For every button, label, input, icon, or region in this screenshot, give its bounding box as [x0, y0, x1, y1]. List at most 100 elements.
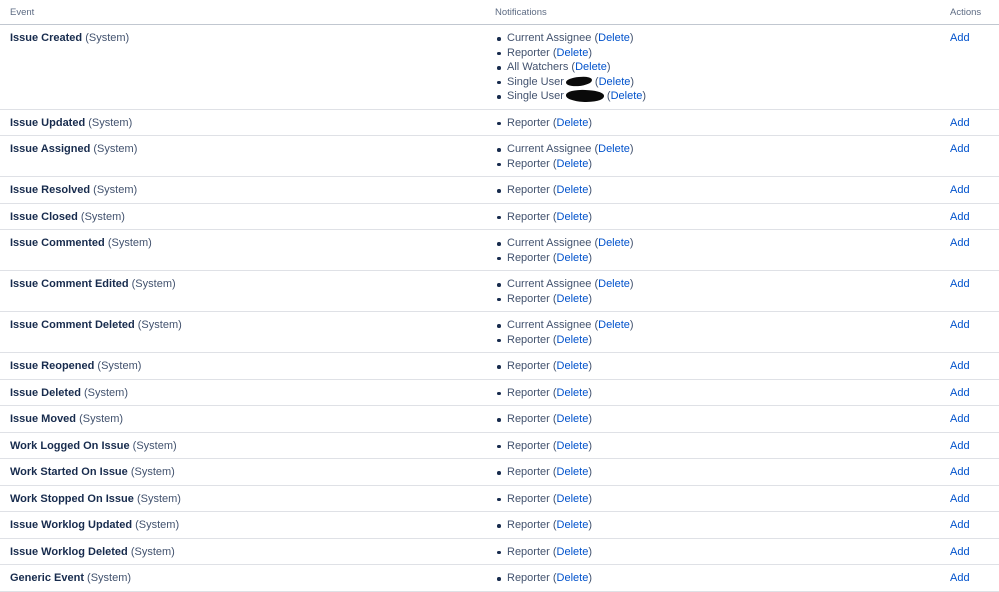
notification-recipient: All Watchers — [507, 61, 569, 73]
paren-close: ) — [588, 116, 592, 129]
delete-link[interactable]: Delete — [557, 360, 589, 372]
event-cell: Issue Commented (System) — [0, 229, 485, 271]
table-row: Issue Assigned (System) Current Assignee … — [0, 135, 999, 177]
event-system-tag: (System) — [130, 466, 175, 478]
add-notification-link[interactable]: Add — [940, 440, 970, 452]
add-notification-link[interactable]: Add — [940, 237, 970, 249]
add-notification-link[interactable]: Add — [940, 466, 970, 478]
notification-recipient: Reporter — [507, 46, 550, 59]
paren-close: ) — [588, 413, 592, 425]
add-notification-link[interactable]: Add — [940, 319, 970, 331]
table-row: Issue Updated (System) Reporter (Delete) A… — [0, 109, 999, 136]
delete-link[interactable]: Delete — [598, 319, 630, 331]
actions-cell: Add — [940, 109, 999, 136]
add-notification-link[interactable]: Add — [940, 387, 970, 399]
notification-recipient: Reporter — [507, 360, 550, 372]
notifications-cell: Current Assignee (Delete) Reporter (Delet… — [485, 311, 940, 353]
paren-close: ) — [642, 90, 647, 102]
delete-link[interactable]: Delete — [575, 61, 607, 73]
notification-list: Reporter (Delete) — [495, 412, 930, 427]
event-system-tag: (System) — [131, 278, 176, 290]
notification-recipient: Single User — [507, 75, 564, 88]
add-notification-link[interactable]: Add — [940, 184, 970, 196]
table-row: Work Logged On Issue (System) Reporter (D… — [0, 432, 999, 459]
event-name: Issue Worklog Deleted — [10, 545, 128, 558]
delete-link[interactable]: Delete — [599, 76, 631, 88]
event-name: Work Logged On Issue — [10, 439, 130, 452]
add-notification-link[interactable]: Add — [940, 360, 970, 372]
delete-link[interactable]: Delete — [557, 334, 589, 346]
add-notification-link[interactable]: Add — [940, 143, 970, 155]
add-notification-link[interactable]: Add — [940, 32, 970, 44]
event-system-tag: (System) — [135, 519, 180, 531]
event-system-tag: (System) — [136, 492, 181, 505]
table-row: Issue Comment Deleted (System) Current As… — [0, 311, 999, 353]
delete-link[interactable]: Delete — [557, 47, 589, 59]
delete-link[interactable]: Delete — [557, 572, 589, 584]
actions-cell: Add — [940, 135, 999, 177]
delete-link[interactable]: Delete — [598, 32, 630, 44]
delete-link[interactable]: Delete — [557, 252, 589, 264]
add-notification-link[interactable]: Add — [940, 493, 970, 505]
add-notification-link[interactable]: Add — [940, 413, 970, 425]
delete-link[interactable]: Delete — [557, 466, 589, 478]
event-system-tag: (System) — [130, 545, 175, 558]
delete-link[interactable]: Delete — [557, 117, 589, 129]
notification-recipient: Current Assignee — [507, 237, 592, 249]
delete-link[interactable]: Delete — [611, 90, 643, 102]
event-name: Issue Updated — [10, 116, 86, 129]
actions-cell: Add — [940, 229, 999, 271]
notification-list: Reporter (Delete) — [495, 492, 930, 507]
delete-link[interactable]: Delete — [598, 237, 630, 249]
notifications-cell: Current Assignee (Delete) Reporter (Delet… — [485, 270, 940, 312]
actions-cell: Add — [940, 352, 999, 380]
add-notification-link[interactable]: Add — [940, 117, 970, 129]
delete-link[interactable]: Delete — [557, 184, 589, 196]
table-row: Issue Moved (System) Reporter (Delete) Add — [0, 405, 999, 433]
event-name: Issue Assigned — [10, 143, 91, 155]
notification-item: Reporter (Delete) — [497, 465, 930, 480]
event-name: Generic Event — [10, 572, 84, 584]
paren-close: ) — [588, 251, 592, 264]
actions-cell: Add — [940, 203, 999, 230]
paren-close: ) — [588, 157, 592, 170]
notifications-cell: Reporter (Delete) — [485, 538, 940, 565]
delete-link[interactable]: Delete — [557, 158, 589, 170]
delete-link[interactable]: Delete — [598, 278, 630, 290]
delete-link[interactable]: Delete — [557, 546, 589, 558]
notification-recipient: Reporter — [507, 292, 550, 305]
notification-list: Current Assignee (Delete) Reporter (Delet… — [495, 277, 930, 306]
notifications-cell: Reporter (Delete) — [485, 203, 940, 230]
add-notification-link[interactable]: Add — [940, 278, 970, 290]
event-cell: Generic Event (System) — [0, 564, 485, 592]
notification-list: Reporter (Delete) — [495, 465, 930, 480]
paren-close: ) — [629, 319, 634, 331]
delete-link[interactable]: Delete — [557, 211, 589, 223]
delete-link[interactable]: Delete — [598, 143, 630, 155]
delete-link[interactable]: Delete — [557, 440, 589, 452]
event-name: Issue Reopened — [10, 360, 95, 372]
paren-close: ) — [588, 46, 592, 59]
event-system-tag: (System) — [97, 360, 142, 372]
event-name: Work Stopped On Issue — [10, 492, 134, 505]
delete-link[interactable]: Delete — [557, 413, 589, 425]
event-cell: Issue Assigned (System) — [0, 135, 485, 177]
delete-link[interactable]: Delete — [557, 387, 589, 399]
add-notification-link[interactable]: Add — [940, 519, 970, 531]
notification-item: Current Assignee (Delete) — [497, 277, 930, 292]
notification-item: Reporter (Delete) — [497, 386, 930, 401]
notification-recipient: Current Assignee — [507, 143, 592, 155]
event-cell: Work Logged On Issue (System) — [0, 432, 485, 459]
add-notification-link[interactable]: Add — [940, 572, 970, 584]
notification-recipient: Reporter — [507, 439, 550, 452]
paren-close: ) — [588, 184, 592, 196]
event-cell: Issue Updated (System) — [0, 109, 485, 136]
delete-link[interactable]: Delete — [557, 293, 589, 305]
delete-link[interactable]: Delete — [557, 519, 589, 531]
add-notification-link[interactable]: Add — [940, 546, 970, 558]
delete-link[interactable]: Delete — [557, 493, 589, 505]
event-cell: Issue Moved (System) — [0, 405, 485, 433]
paren-close: ) — [630, 75, 635, 88]
notification-recipient: Current Assignee — [507, 319, 592, 331]
add-notification-link[interactable]: Add — [940, 211, 970, 223]
